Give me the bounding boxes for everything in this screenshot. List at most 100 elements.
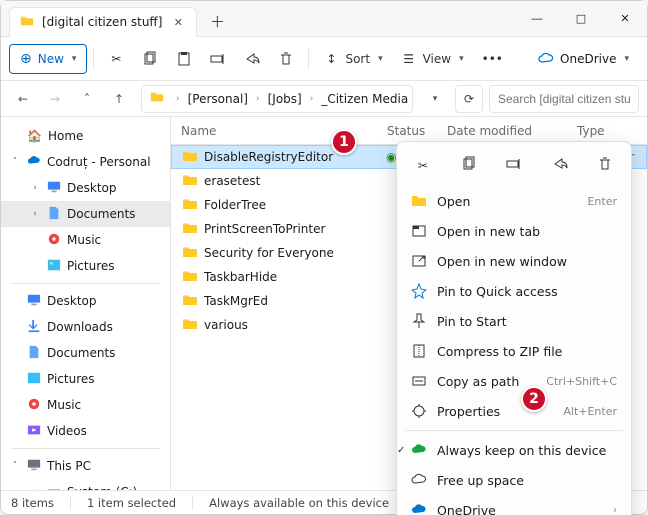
- ctx-properties[interactable]: PropertiesAlt+Enter: [403, 396, 625, 426]
- minimize-button[interactable]: ―: [515, 1, 559, 37]
- new-button[interactable]: ⊕ New ▾: [9, 44, 87, 74]
- collapse-icon[interactable]: ˅: [9, 157, 21, 167]
- view-button[interactable]: ☰View▾: [393, 44, 472, 74]
- folder-icon: [182, 244, 198, 263]
- folder-icon: [150, 90, 164, 107]
- copy-button[interactable]: [134, 44, 166, 74]
- rename-button[interactable]: [202, 44, 234, 74]
- more-button[interactable]: •••: [474, 44, 511, 74]
- sort-button[interactable]: ↕Sort▾: [315, 44, 390, 74]
- ctx-rename-button[interactable]: [498, 150, 530, 180]
- cut-button[interactable]: ✂: [100, 44, 132, 74]
- pc-icon: [27, 458, 41, 475]
- sidebar-item-music-pinned[interactable]: Music: [1, 392, 170, 418]
- crumb-citizen-media[interactable]: _Citizen Media›: [317, 92, 413, 106]
- onedrive-button[interactable]: OneDrive ▾: [528, 44, 639, 74]
- up-folder-button[interactable]: ↑: [105, 85, 133, 113]
- search-input[interactable]: [496, 91, 632, 107]
- sidebar-item-onedrive-personal[interactable]: ˅Codruț - Personal: [1, 149, 170, 175]
- ctx-open-tab[interactable]: Open in new tab: [403, 216, 625, 246]
- sidebar-item-pictures[interactable]: Pictures: [1, 253, 170, 279]
- folder-icon: [182, 148, 198, 167]
- file-name: Security for Everyone: [204, 246, 334, 260]
- context-menu: ✂ OpenEnter Open in new tab Open in new …: [396, 141, 632, 515]
- refresh-button[interactable]: ⟳: [455, 85, 483, 113]
- ctx-open[interactable]: OpenEnter: [403, 186, 625, 216]
- address-dropdown[interactable]: ▾: [421, 85, 449, 113]
- ctx-pin-quick[interactable]: Pin to Quick access: [403, 276, 625, 306]
- rename-icon: [506, 156, 522, 175]
- sidebar-item-documents[interactable]: ›Documents: [1, 201, 170, 227]
- sidebar-item-thispc[interactable]: ˅This PC: [1, 453, 170, 479]
- search-box[interactable]: [489, 85, 639, 113]
- file-name: TaskbarHide: [204, 270, 277, 284]
- sidebar-item-drive-c[interactable]: ›System (C:): [1, 479, 170, 490]
- close-button[interactable]: ✕: [603, 1, 647, 37]
- picture-icon: [47, 258, 61, 275]
- ctx-copy-path[interactable]: Copy as pathCtrl+Shift+C: [403, 366, 625, 396]
- share-button[interactable]: [236, 44, 268, 74]
- expand-icon[interactable]: ›: [29, 183, 41, 193]
- forward-button[interactable]: →: [41, 85, 69, 113]
- cloud-icon: [27, 154, 41, 171]
- sidebar-item-desktop-pinned[interactable]: Desktop: [1, 288, 170, 314]
- ctx-copy-button[interactable]: [453, 150, 485, 180]
- cloud-icon: [411, 502, 427, 515]
- ctx-compress[interactable]: Compress to ZIP file: [403, 336, 625, 366]
- desktop-icon: [27, 293, 41, 310]
- breadcrumb[interactable]: › [Personal]› [Jobs]› _Citizen Media› [d…: [141, 85, 413, 113]
- expand-icon[interactable]: ›: [29, 487, 41, 490]
- crumb-jobs[interactable]: [Jobs]›: [264, 92, 318, 106]
- ctx-always-keep[interactable]: ✓Always keep on this device: [403, 435, 625, 465]
- status-selected-count: 1 item selected: [87, 496, 176, 510]
- sidebar-item-videos[interactable]: Videos: [1, 418, 170, 444]
- refresh-icon: ⟳: [464, 92, 474, 106]
- collapse-icon[interactable]: ˅: [9, 461, 21, 471]
- navigation-pane: 🏠Home ˅Codruț - Personal ›Desktop ›Docum…: [1, 117, 171, 490]
- scissors-icon: ✂: [418, 158, 428, 173]
- sidebar-item-desktop[interactable]: ›Desktop: [1, 175, 170, 201]
- new-tab-button[interactable]: ＋: [203, 8, 231, 36]
- expand-icon[interactable]: ›: [29, 209, 41, 219]
- ellipsis-icon: •••: [482, 52, 503, 66]
- chevron-down-icon: ▾: [433, 94, 438, 104]
- cloud-icon: [538, 51, 554, 67]
- plus-icon: ⊕: [20, 51, 32, 67]
- download-icon: [27, 319, 41, 336]
- col-date[interactable]: Date modified: [447, 124, 577, 138]
- ctx-share-button[interactable]: [544, 150, 576, 180]
- sidebar-item-home[interactable]: 🏠Home: [1, 123, 170, 149]
- back-button[interactable]: ←: [9, 85, 37, 113]
- file-name: various: [204, 318, 248, 332]
- close-tab-icon[interactable]: ✕: [170, 14, 186, 30]
- sidebar-item-pictures-pinned[interactable]: Pictures: [1, 366, 170, 392]
- col-status[interactable]: Status: [387, 124, 447, 138]
- chevron-up-icon: ˄: [84, 92, 90, 106]
- ctx-cut-button[interactable]: ✂: [407, 150, 439, 180]
- ctx-open-window[interactable]: Open in new window: [403, 246, 625, 276]
- home-icon: 🏠: [27, 129, 42, 143]
- crumb-personal[interactable]: [Personal]›: [184, 92, 264, 106]
- paste-button[interactable]: [168, 44, 200, 74]
- maximize-button[interactable]: □: [559, 1, 603, 37]
- annotation-badge-2: 2: [521, 386, 547, 412]
- pin-icon: [411, 313, 427, 329]
- view-icon: ☰: [401, 51, 417, 67]
- window-tab[interactable]: [digital citizen stuff] ✕: [9, 7, 197, 37]
- scissors-icon: ✂: [108, 51, 124, 67]
- sidebar-item-music[interactable]: Music: [1, 227, 170, 253]
- folder-icon: [182, 316, 198, 335]
- up-button[interactable]: ˄: [73, 85, 101, 113]
- ctx-onedrive[interactable]: OneDrive›: [403, 495, 625, 515]
- copy-icon: [461, 156, 477, 175]
- col-name[interactable]: Name: [181, 124, 387, 138]
- col-type[interactable]: Type: [577, 124, 647, 138]
- sidebar-item-documents-pinned[interactable]: Documents: [1, 340, 170, 366]
- sidebar-item-downloads[interactable]: Downloads: [1, 314, 170, 340]
- chevron-down-icon: ▾: [378, 54, 383, 64]
- music-icon: [47, 232, 61, 249]
- ctx-free-up-space[interactable]: Free up space: [403, 465, 625, 495]
- ctx-delete-button[interactable]: [589, 150, 621, 180]
- ctx-pin-start[interactable]: Pin to Start: [403, 306, 625, 336]
- delete-button[interactable]: [270, 44, 302, 74]
